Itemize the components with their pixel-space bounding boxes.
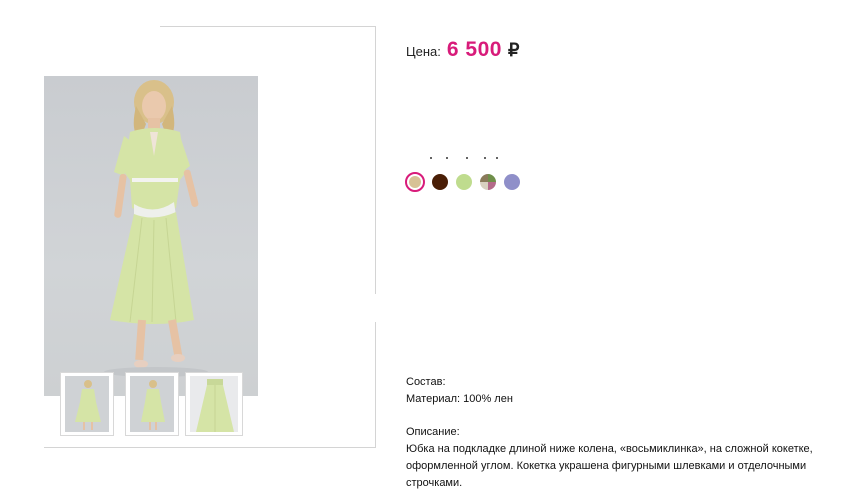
thumbnail-2[interactable] (125, 372, 179, 436)
description-text: Юбка на подкладке длиной ниже колена, «в… (406, 443, 813, 489)
ruble-currency-icon: ₽ (507, 40, 520, 60)
product-page: Цена: 6 500 ₽ Состав: Материал: 100% лен… (0, 0, 841, 500)
thumbnail-1[interactable] (60, 372, 114, 436)
frame-top-line (160, 26, 376, 27)
frame-bottom-line (44, 447, 376, 448)
swatch-header-dots (430, 157, 500, 161)
product-main-image[interactable] (44, 76, 258, 396)
frame-right-line-lower (375, 322, 376, 448)
color-swatch-lavender[interactable] (504, 174, 520, 190)
price-label: Цена: (406, 44, 441, 59)
thumbnail-1-image (65, 376, 109, 432)
composition-section: Состав: Материал: 100% лен (406, 374, 513, 408)
price-value: 6 500 (446, 38, 502, 61)
color-swatch-beige-fill (409, 176, 421, 188)
color-swatch-floral-print[interactable] (480, 174, 496, 190)
thumbnail-strip (60, 372, 260, 438)
description-section: Описание: Юбка на подкладке длиной ниже … (406, 424, 826, 492)
color-swatch-dark-brown[interactable] (432, 174, 448, 190)
thumbnail-2-image (130, 376, 174, 432)
color-swatch-beige[interactable] (405, 172, 425, 192)
composition-heading: Состав: (406, 376, 446, 388)
thumbnail-3[interactable] (185, 372, 243, 436)
thumbnail-3-image (190, 376, 238, 432)
composition-material: Материал: 100% лен (406, 393, 513, 405)
price-row: Цена: 6 500 ₽ (406, 38, 519, 62)
model-illustration (104, 80, 208, 377)
color-swatch-light-green[interactable] (456, 174, 472, 190)
frame-right-line (375, 26, 376, 294)
description-heading: Описание: (406, 426, 460, 438)
